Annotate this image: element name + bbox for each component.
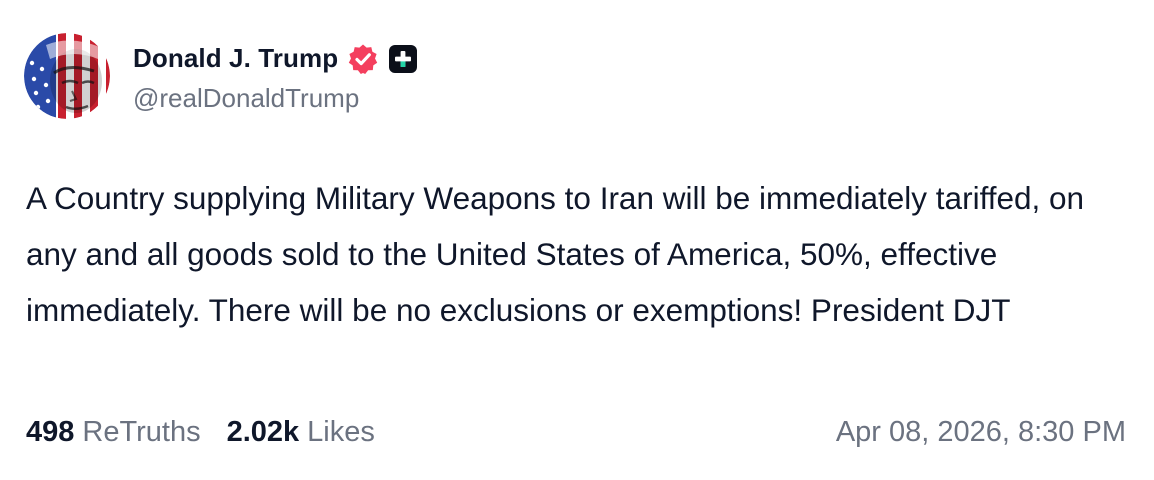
name-row: Donald J. Trump — [133, 39, 418, 79]
flag-portrait-avatar — [24, 33, 110, 119]
retruths-label: ReTruths — [82, 415, 201, 448]
post-footer: 498 ReTruths 2.02k Likes Apr 08, 2026, 8… — [26, 410, 1126, 454]
likes-count: 2.02k — [226, 415, 300, 448]
author-handle[interactable]: @realDonaldTrump — [133, 83, 417, 114]
post-header: Donald J. Trump @realDonaldTrump — [24, 32, 418, 120]
author-identity: Donald J. Trump @realDonaldTrump — [133, 39, 418, 114]
retruths-stat[interactable]: 498 ReTruths — [26, 416, 201, 449]
likes-stat[interactable]: 2.02k Likes — [227, 416, 375, 449]
verified-badge-icon — [348, 44, 378, 74]
truth-plus-icon — [389, 44, 418, 73]
avatar[interactable] — [24, 33, 110, 119]
likes-label: Likes — [307, 415, 375, 448]
author-display-name[interactable]: Donald J. Trump — [133, 43, 338, 74]
truth-post-card: Donald J. Trump @realDonaldTrump A Count… — [0, 0, 1154, 480]
retruths-count: 498 — [26, 415, 75, 448]
post-text: A Country supplying Military Weapons to … — [26, 180, 1085, 328]
post-timestamp[interactable]: Apr 08, 2026, 8:30 PM — [836, 416, 1126, 449]
